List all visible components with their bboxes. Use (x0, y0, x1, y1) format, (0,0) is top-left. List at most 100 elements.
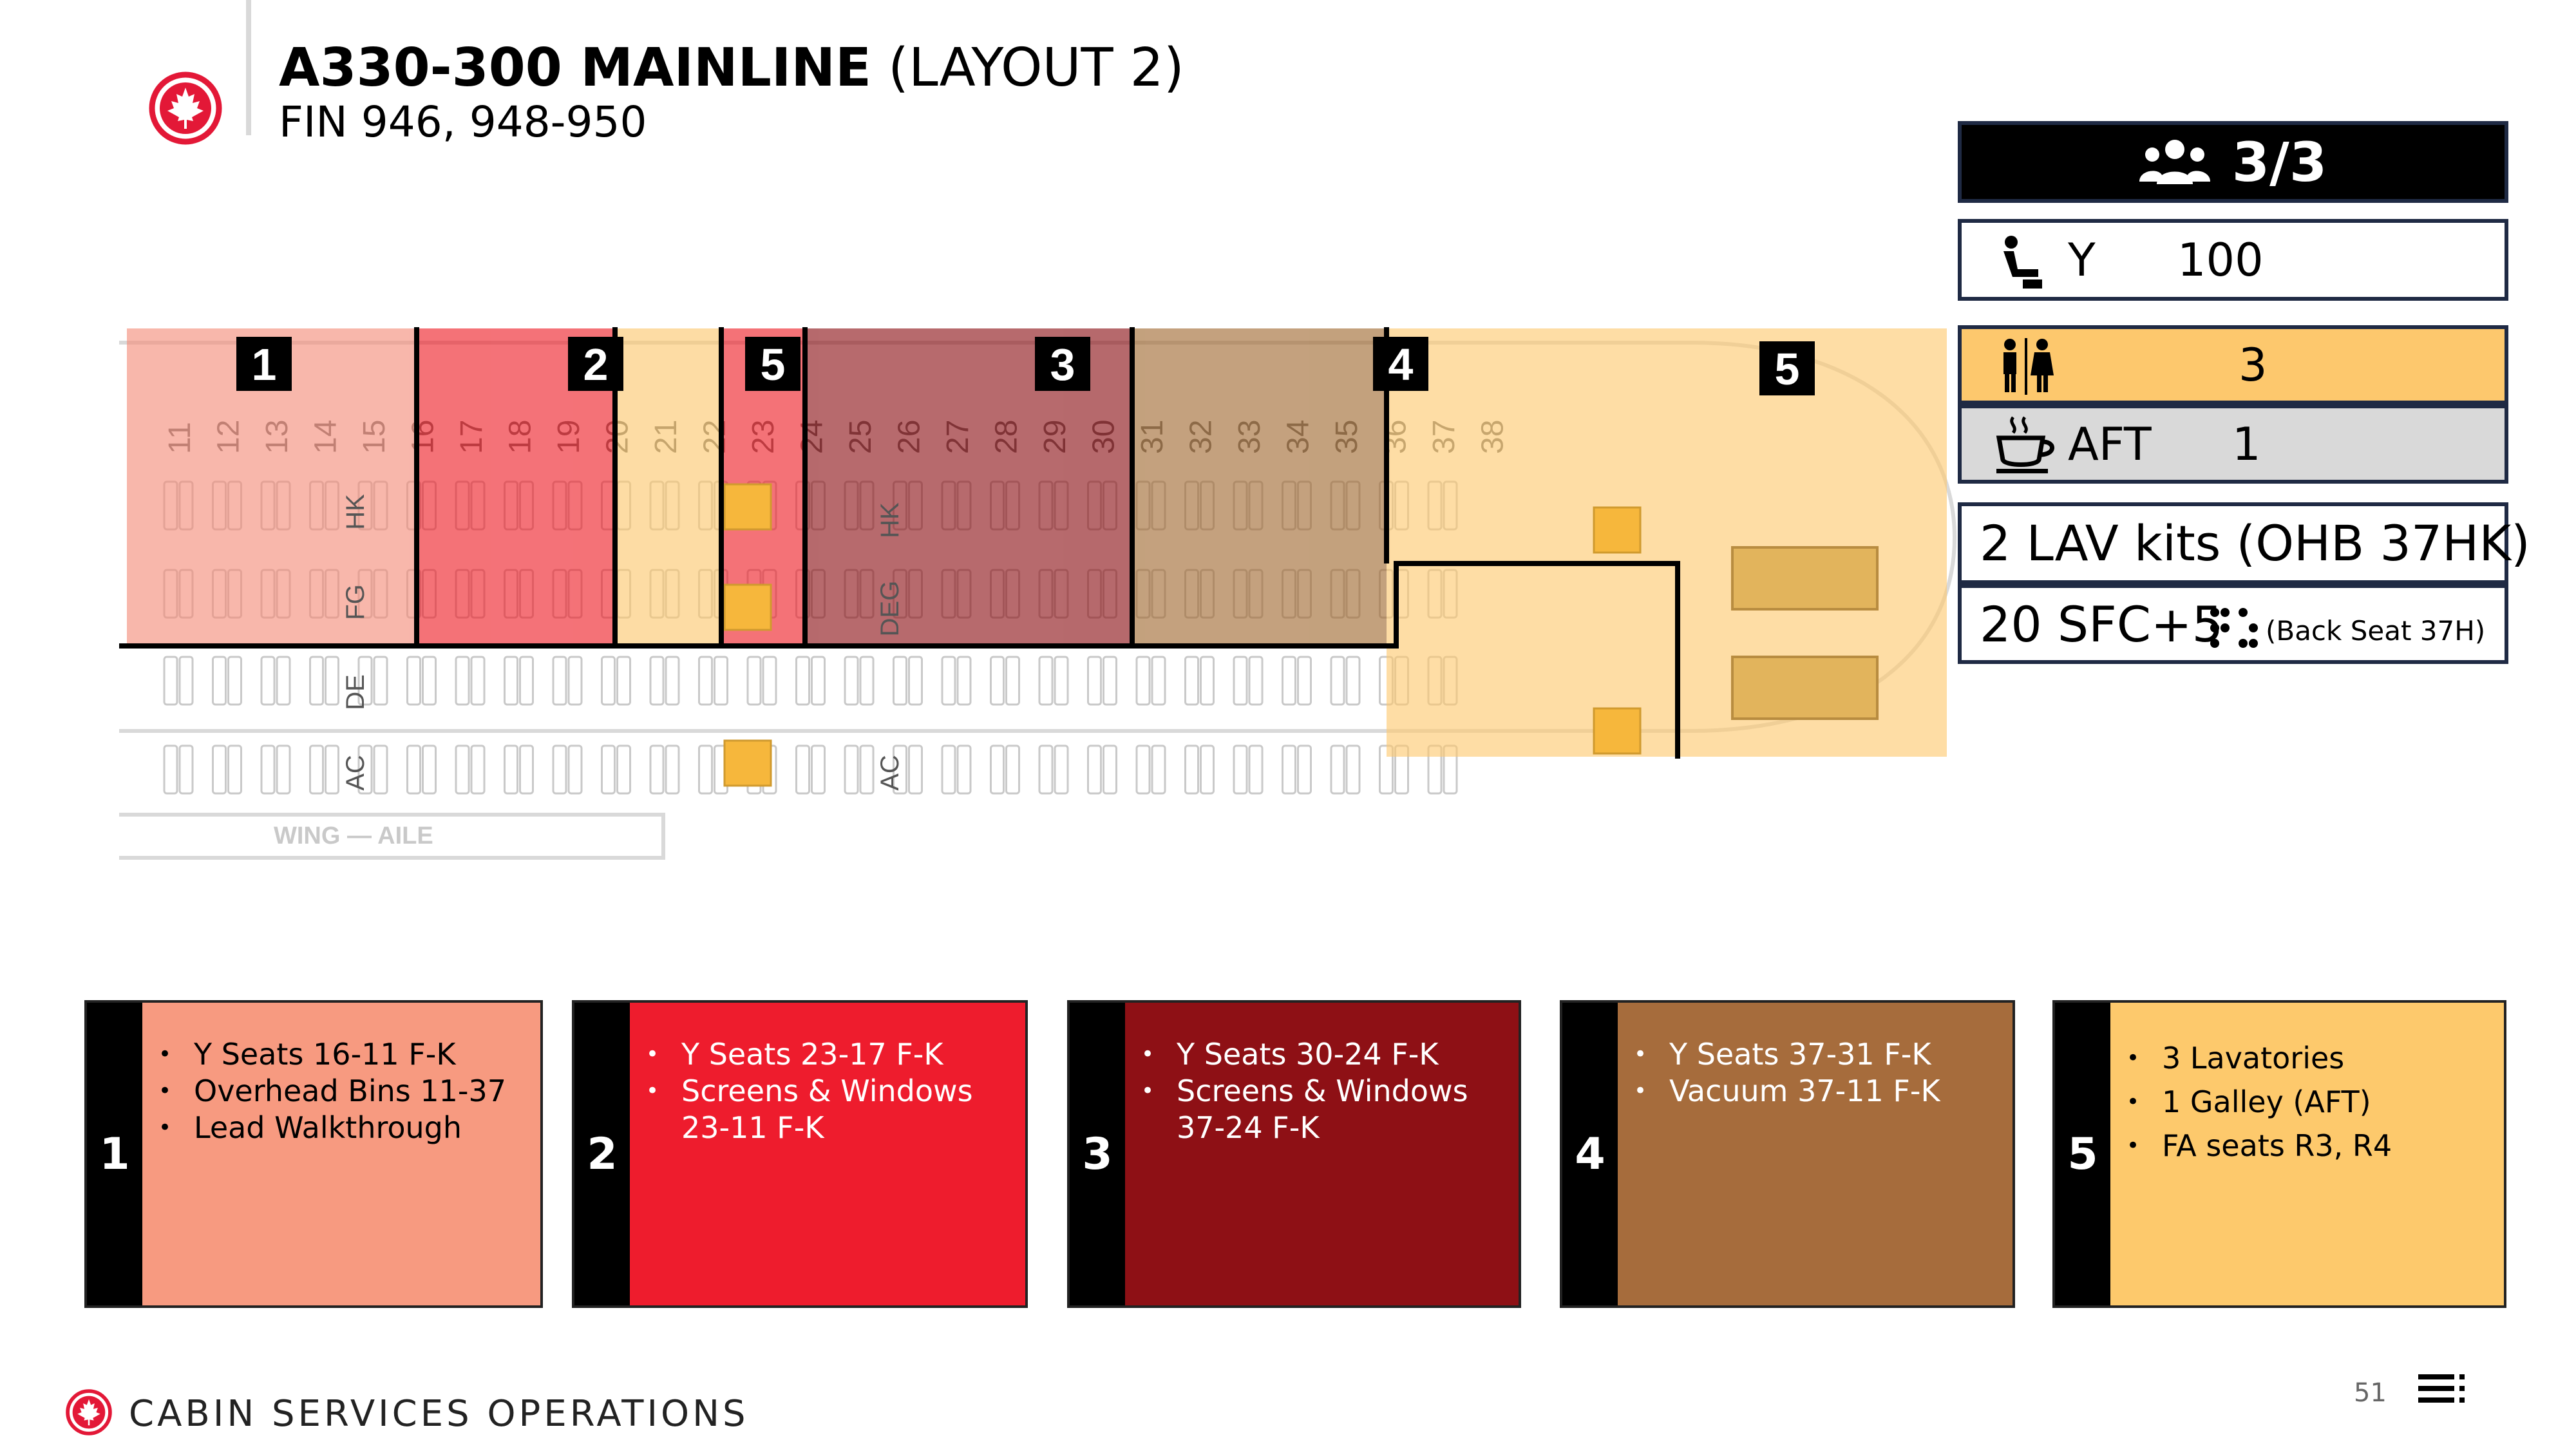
zone-number: 3 (1070, 1003, 1125, 1305)
zone-task-list: 3 Lavatories 1 Galley (AFT) FA seats R3,… (2110, 1003, 2405, 1305)
lavatory-count: 3 (2239, 338, 2268, 392)
zone-marker-number: 1 (252, 339, 277, 390)
seat (276, 656, 291, 706)
seat (212, 744, 227, 795)
seat (1330, 656, 1345, 706)
seat (1200, 656, 1215, 706)
seat (616, 744, 631, 795)
seat (1233, 744, 1248, 795)
seat (698, 656, 713, 706)
seat (601, 744, 616, 795)
seat (1054, 744, 1069, 795)
seat (1087, 656, 1102, 706)
seat-map: WING — AILE 1112131415161718192021222324… (119, 327, 1957, 860)
seat (567, 744, 583, 795)
seat (908, 656, 923, 706)
seat (212, 656, 227, 706)
seat-icon (2003, 236, 2042, 289)
galley-label: AFT (2068, 417, 2152, 471)
footer-org: CABIN SERVICES OPERATIONS (129, 1393, 749, 1435)
seat (665, 744, 680, 795)
seat (325, 656, 339, 706)
seat (552, 744, 567, 795)
seat (811, 656, 826, 706)
seat (1087, 744, 1102, 795)
seat (795, 744, 810, 795)
seat (309, 656, 324, 706)
seat (178, 744, 194, 795)
zone4-overlay (1132, 328, 1387, 646)
seat (260, 656, 276, 706)
zone-task: Overhead Bins 11-37 (158, 1073, 506, 1110)
page-title: A330-300 MAINLINE (LAYOUT 2) (279, 37, 1184, 99)
zone-overlays (127, 328, 1947, 757)
air-canada-logo (149, 71, 222, 145)
seat (406, 744, 421, 795)
class-count: 100 (2177, 233, 2264, 287)
seat (227, 656, 242, 706)
menu-icon[interactable] (2418, 1373, 2468, 1404)
zone-task: Y Seats 30-24 F-K (1141, 1036, 1506, 1073)
seat (844, 656, 859, 706)
seat (1282, 656, 1296, 706)
seat (1330, 744, 1345, 795)
lav-kits-row: 2 LAV kits (OHB 37HK) (1958, 502, 2530, 584)
zone5a-overlay (615, 328, 721, 646)
zone-box-5: 5 3 Lavatories 1 Galley (AFT) FA seats R… (2052, 1000, 2506, 1308)
seat (990, 744, 1005, 795)
seat (373, 744, 388, 795)
seat (1248, 744, 1264, 795)
seat (1135, 744, 1151, 795)
zone-task: Screens & Windows 37-24 F-K (1141, 1073, 1506, 1146)
seat (1103, 744, 1117, 795)
seat (1005, 656, 1020, 706)
zone-box-4: 4 Y Seats 37-31 F-K Vacuum 37-11 F-K (1560, 1000, 2015, 1308)
seat (1233, 656, 1248, 706)
seat (309, 744, 324, 795)
zone-task: Vacuum 37-11 F-K (1634, 1073, 1940, 1110)
crew-count-bar: 3/3 (1958, 121, 2508, 203)
zone-marker-number: 4 (1388, 339, 1414, 390)
zone-number: 5 (2055, 1003, 2110, 1305)
seat (163, 656, 178, 706)
seat-letter-label: HK (876, 502, 904, 538)
braille-icon (2210, 608, 2258, 648)
header-divider (246, 0, 251, 135)
seat (1297, 656, 1312, 706)
zone-task-list: Y Seats 37-31 F-K Vacuum 37-11 F-K (1618, 1003, 1953, 1305)
seat (956, 656, 972, 706)
zone-task: 1 Galley (AFT) (2126, 1080, 2392, 1124)
zone-task: Screens & Windows 23-11 F-K (646, 1073, 1012, 1146)
zone-task-list: Y Seats 30-24 F-K Screens & Windows 37-2… (1125, 1003, 1519, 1305)
seat (227, 744, 242, 795)
zone-task: 3 Lavatories (2126, 1036, 2392, 1080)
zone-task: Y Seats 16-11 F-K (158, 1036, 506, 1073)
seat (1248, 656, 1264, 706)
seat (811, 744, 826, 795)
seat (260, 744, 276, 795)
seat (504, 656, 518, 706)
class-row: Y 100 (1958, 219, 2508, 301)
zone-task: Y Seats 37-31 F-K (1634, 1036, 1940, 1073)
seat (470, 744, 486, 795)
seat (406, 656, 421, 706)
zone-task: FA seats R3, R4 (2126, 1124, 2392, 1168)
lav-kits-text: 2 LAV kits (OHB 37HK) (1980, 515, 2530, 572)
zone-marker-number: 3 (1050, 339, 1075, 390)
seat (649, 656, 665, 706)
seat (859, 744, 875, 795)
seat-letter-label: DE (341, 674, 370, 710)
page-subtitle: FIN 946, 948-950 (279, 97, 647, 147)
seat (1038, 744, 1054, 795)
seat-letter-label: HK (341, 494, 370, 530)
seat (373, 656, 388, 706)
seat (325, 744, 339, 795)
zone-task-list: Y Seats 23-17 F-K Screens & Windows 23-1… (630, 1003, 1025, 1305)
seat-letter-label: AC (341, 755, 370, 791)
seat-letter-label: AC (876, 755, 904, 791)
seat (519, 744, 534, 795)
seat (941, 744, 956, 795)
wing-label: WING — AILE (274, 822, 433, 849)
zone-marker-number: 2 (583, 339, 609, 390)
seat (1038, 656, 1054, 706)
